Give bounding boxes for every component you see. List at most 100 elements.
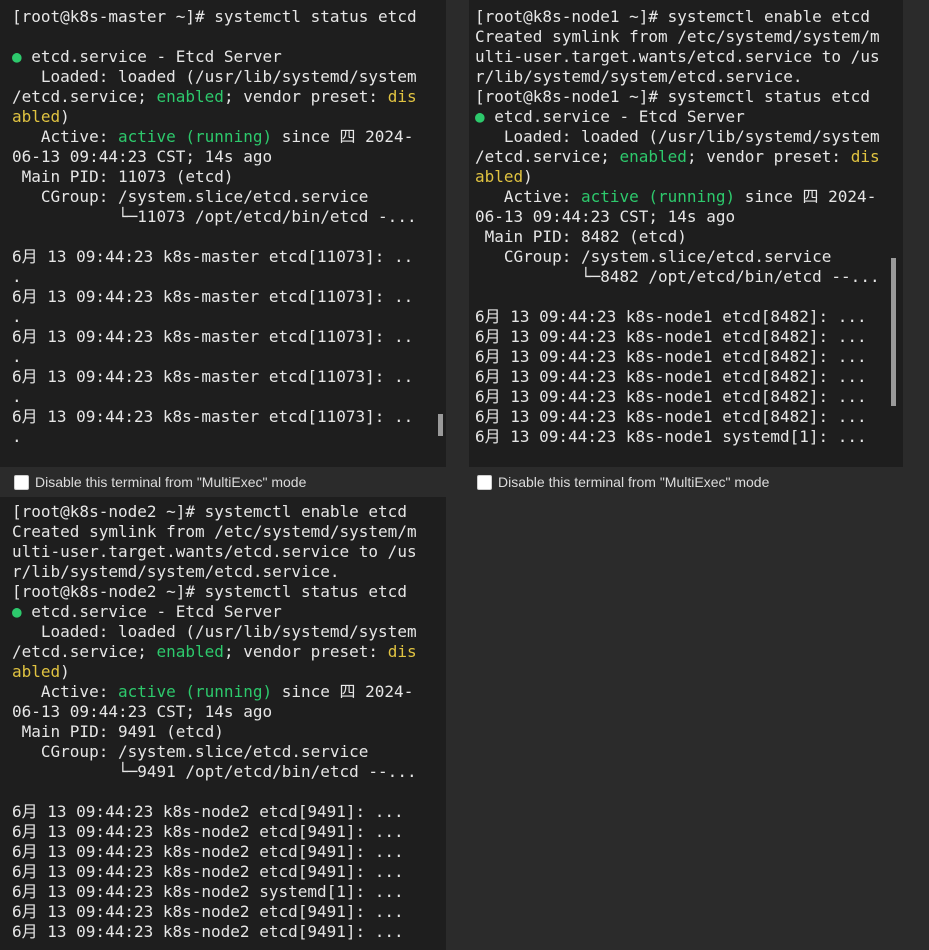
terminal-line: └─11073 /opt/etcd/bin/etcd -... — [12, 207, 446, 227]
terminal-line: abled) — [475, 167, 903, 187]
terminal-line: Main PID: 11073 (etcd) — [12, 167, 446, 187]
terminal-line: . — [12, 307, 446, 327]
terminal-text-segment: since 四 2024- — [272, 682, 414, 701]
terminal-text-segment: 6月 13 09:44:23 k8s-node1 etcd[8482]: ... — [475, 367, 867, 386]
terminal-line: Active: active (running) since 四 2024- — [475, 187, 903, 207]
terminal-text-segment: ● — [12, 602, 32, 621]
pane-divider — [456, 0, 469, 467]
terminal-line: CGroup: /system.slice/etcd.service — [12, 187, 446, 207]
terminal-line: 6月 13 09:44:23 k8s-node1 etcd[8482]: ... — [475, 307, 903, 327]
terminal-text-segment: /etcd.service; — [475, 147, 620, 166]
terminal-line: Created symlink from /etc/systemd/system… — [475, 27, 903, 47]
terminal-text-segment: 6月 13 09:44:23 k8s-node2 etcd[9491]: ... — [12, 922, 404, 941]
terminal-text-segment: etcd.service - Etcd Server — [31, 602, 282, 621]
terminal-line: 6月 13 09:44:23 k8s-master etcd[11073]: .… — [12, 407, 446, 427]
terminal-line: └─8482 /opt/etcd/bin/etcd --... — [475, 267, 903, 287]
terminal-line: Main PID: 8482 (etcd) — [475, 227, 903, 247]
terminal-text-segment: CGroup: /system.slice/etcd.service — [475, 247, 832, 266]
terminal-line: 6月 13 09:44:23 k8s-node1 etcd[8482]: ... — [475, 407, 903, 427]
terminal-line: 06-13 09:44:23 CST; 14s ago — [12, 702, 446, 722]
terminal-text-segment: └─11073 /opt/etcd/bin/etcd -... — [12, 207, 417, 226]
terminal-line: 6月 13 09:44:23 k8s-node2 etcd[9491]: ... — [12, 842, 446, 862]
multiexec-checkbox-node1[interactable] — [477, 474, 492, 490]
terminal-text-segment: ) — [60, 662, 70, 681]
terminal-text-segment: r/lib/systemd/system/etcd.service. — [12, 562, 340, 581]
terminal-text-segment: Active: — [12, 127, 118, 146]
terminal-line: ● etcd.service - Etcd Server — [12, 47, 446, 67]
terminal-text-segment: 6月 13 09:44:23 k8s-master etcd[11073]: .… — [12, 287, 414, 306]
terminal-text-segment: 6月 13 09:44:23 k8s-master etcd[11073]: .… — [12, 327, 414, 346]
terminal-text-segment: Loaded: loaded (/usr/lib/systemd/system — [475, 127, 880, 146]
terminal-text-segment: ● — [475, 107, 495, 126]
terminal-line: abled) — [12, 662, 446, 682]
terminal-text-segment: [root@k8s-node1 ~]# systemctl enable etc… — [475, 7, 870, 26]
terminal-line: └─9491 /opt/etcd/bin/etcd --... — [12, 762, 446, 782]
terminal-pane-node2[interactable]: [root@k8s-node2 ~]# systemctl enable etc… — [0, 497, 456, 950]
terminal-line: ● etcd.service - Etcd Server — [475, 107, 903, 127]
terminal-line: CGroup: /system.slice/etcd.service — [12, 742, 446, 762]
terminal-text-segment: 6月 13 09:44:23 k8s-node2 systemd[1]: ... — [12, 882, 404, 901]
terminal-text-segment: dis — [850, 147, 880, 166]
terminal-line: ulti-user.target.wants/etcd.service to /… — [12, 542, 446, 562]
terminal-line: 6月 13 09:44:23 k8s-node2 etcd[9491]: ... — [12, 862, 446, 882]
empty-pane-area — [456, 497, 929, 950]
terminal-text-segment: ulti-user.target.wants/etcd.service to /… — [12, 542, 417, 561]
terminal-text-segment: enabled — [156, 87, 224, 106]
terminal-text-segment: Active: — [12, 682, 118, 701]
terminal-line: r/lib/systemd/system/etcd.service. — [12, 562, 446, 582]
terminal-line: ● etcd.service - Etcd Server — [12, 602, 446, 622]
terminal-line: Main PID: 9491 (etcd) — [12, 722, 446, 742]
terminal-text-segment: abled — [475, 167, 524, 186]
terminal-text-segment: since 四 2024- — [272, 127, 414, 146]
scrollbar-node1[interactable] — [891, 258, 896, 406]
multiexec-bar-master: Disable this terminal from "MultiExec" m… — [0, 467, 456, 497]
terminal-text-segment: ) — [523, 167, 533, 186]
terminal-text-segment: 06-13 09:44:23 CST; 14s ago — [12, 147, 273, 166]
terminal-line: 6月 13 09:44:23 k8s-node2 etcd[9491]: ... — [12, 902, 446, 922]
terminal-line: Loaded: loaded (/usr/lib/systemd/system — [12, 622, 446, 642]
terminal-line: 6月 13 09:44:23 k8s-master etcd[11073]: .… — [12, 327, 446, 347]
terminal-line: CGroup: /system.slice/etcd.service — [475, 247, 903, 267]
terminal-text-segment: 6月 13 09:44:23 k8s-master etcd[11073]: .… — [12, 367, 414, 386]
terminal-text-segment: ; vendor preset: — [223, 87, 388, 106]
terminal-text-segment: Active: — [475, 187, 581, 206]
scrollbar-master[interactable] — [438, 414, 443, 436]
multiexec-checkbox-master[interactable] — [14, 474, 29, 490]
terminal-line: 06-13 09:44:23 CST; 14s ago — [475, 207, 903, 227]
terminal-text-segment: etcd.service - Etcd Server — [31, 47, 282, 66]
terminal-text-segment: dis — [387, 642, 417, 661]
terminal-text-segment: . — [12, 427, 22, 446]
terminal-output-node1: [root@k8s-node1 ~]# systemctl enable etc… — [469, 0, 903, 447]
terminal-text-segment: [root@k8s-node2 ~]# systemctl enable etc… — [12, 502, 407, 521]
terminal-pane-node1[interactable]: [root@k8s-node1 ~]# systemctl enable etc… — [469, 0, 903, 467]
terminal-text-segment: active (running) — [580, 187, 736, 206]
terminal-text-segment: active (running) — [117, 127, 273, 146]
terminal-text-segment: ● — [12, 47, 32, 66]
terminal-text-segment: 6月 13 09:44:23 k8s-master etcd[11073]: .… — [12, 407, 414, 426]
terminal-text-segment: 6月 13 09:44:23 k8s-node2 etcd[9491]: ... — [12, 842, 404, 861]
terminal-line: . — [12, 267, 446, 287]
terminal-text-segment: 6月 13 09:44:23 k8s-node2 etcd[9491]: ... — [12, 822, 404, 841]
terminal-line: [root@k8s-node1 ~]# systemctl status etc… — [475, 87, 903, 107]
terminal-text-segment: r/lib/systemd/system/etcd.service. — [475, 67, 803, 86]
terminal-text-segment: Main PID: 8482 (etcd) — [475, 227, 687, 246]
terminal-pane-master[interactable]: [root@k8s-master ~]# systemctl status et… — [0, 0, 456, 467]
terminal-line: . — [12, 387, 446, 407]
scrollbar-node2[interactable] — [448, 767, 453, 902]
terminal-text-segment: Created symlink from /etc/systemd/system… — [12, 522, 417, 541]
terminal-line: 6月 13 09:44:23 k8s-node1 etcd[8482]: ... — [475, 347, 903, 367]
terminal-text-segment: 6月 13 09:44:23 k8s-node2 etcd[9491]: ... — [12, 862, 404, 881]
terminal-text-segment: ) — [60, 107, 70, 126]
terminal-text-segment: 6月 13 09:44:23 k8s-node1 systemd[1]: ... — [475, 427, 867, 446]
multiexec-label-node1: Disable this terminal from "MultiExec" m… — [498, 474, 770, 490]
terminal-output-master: [root@k8s-master ~]# systemctl status et… — [0, 0, 446, 447]
terminal-text-segment: 06-13 09:44:23 CST; 14s ago — [12, 702, 273, 721]
terminal-line: [root@k8s-master ~]# systemctl status et… — [12, 7, 446, 27]
terminal-line: /etcd.service; enabled; vendor preset: d… — [12, 87, 446, 107]
terminal-text-segment: Loaded: loaded (/usr/lib/systemd/system — [12, 67, 417, 86]
terminal-text-segment: dis — [387, 87, 417, 106]
